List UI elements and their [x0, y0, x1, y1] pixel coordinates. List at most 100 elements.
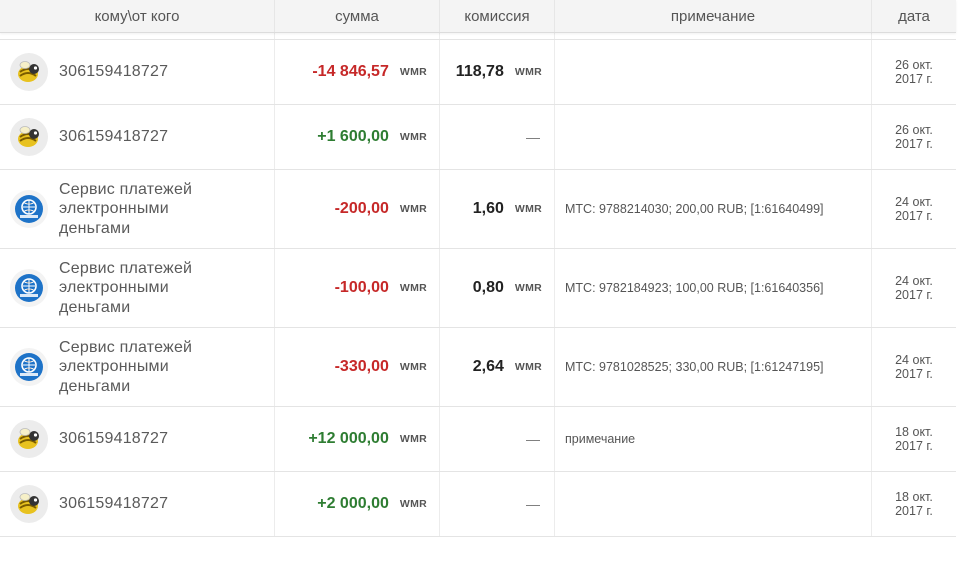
cell-date: 26 окт. 2017 г. — [872, 105, 956, 169]
table-row[interactable]: 306159418727 +1 600,00 WMR — 26 окт. 2017 г. — [0, 105, 956, 170]
table-header: кому\от кого сумма комиссия примечание д… — [0, 0, 956, 33]
table-row[interactable]: Сервис платежей электронными деньгами -330,… — [0, 328, 956, 407]
fee-empty: — — [526, 431, 540, 447]
bee-icon[interactable] — [10, 118, 48, 156]
cell-amount: +1 600,00 WMR — [275, 105, 440, 169]
cell-note: МТС: 9788214030; 200,00 RUB; [1:61640499… — [555, 170, 872, 248]
counterparty-name[interactable]: Сервис платежей электронными деньгами — [59, 338, 192, 397]
fee-currency-label: WMR — [514, 361, 542, 373]
amount-value: +1 600,00 — [317, 128, 389, 145]
date-day: 18 окт. — [895, 489, 933, 504]
counterparty-name-line: электронными — [59, 279, 169, 297]
cell-date: 18 окт. 2017 г. — [872, 472, 956, 536]
date-year: 2017 г. — [895, 209, 933, 223]
counterparty-name-line: деньгами — [59, 377, 131, 395]
bee-icon[interactable] — [10, 485, 48, 523]
counterparty-name[interactable]: Сервис платежей электронными деньгами — [59, 180, 192, 239]
currency-label: WMR — [399, 282, 427, 294]
amount-value: -100,00 — [334, 279, 389, 296]
column-header-note[interactable]: примечание — [555, 0, 872, 32]
date-day: 18 окт. — [895, 424, 933, 439]
date-year: 2017 г. — [895, 504, 933, 518]
cell-fee: 2,64 WMR — [440, 328, 555, 406]
counterparty-name-line: электронными — [59, 358, 169, 376]
cell-note — [555, 40, 872, 104]
amount-value: -330,00 — [334, 358, 389, 375]
counterparty-name-line: Сервис платежей — [59, 180, 193, 198]
counterparty-name-line: деньгами — [59, 219, 131, 237]
bee-icon[interactable] — [10, 53, 48, 91]
cell-date: 24 окт. 2017 г. — [872, 170, 956, 248]
column-header-fee[interactable]: комиссия — [440, 0, 555, 32]
bee-icon[interactable] — [10, 420, 48, 458]
cell-who: 306159418727 — [0, 472, 275, 536]
table-row[interactable]: 306159418727 +12 000,00 WMR — примечание 18 о… — [0, 407, 956, 472]
note-text: МТС: 9782184923; 100,00 RUB; [1:61640356… — [565, 281, 824, 295]
cell-amount: -330,00 WMR — [275, 328, 440, 406]
table-row[interactable]: 306159418727 -14 846,57 WMR 118,78 WMR 26 окт… — [0, 40, 956, 105]
counterparty-wmid[interactable]: 306159418727 — [59, 430, 168, 448]
cell-note: МТС: 9781028525; 330,00 RUB; [1:61247195… — [555, 328, 872, 406]
currency-label: WMR — [399, 203, 427, 215]
fee-empty: — — [526, 129, 540, 145]
amount-value: +2 000,00 — [317, 495, 389, 512]
fee-value: 118,78 — [455, 63, 504, 80]
counterparty-name-line: Сервис платежей — [59, 259, 193, 277]
cell-note: примечание — [555, 407, 872, 471]
fee-value: 0,80 — [472, 279, 504, 296]
counterparty-name-line: деньгами — [59, 298, 131, 316]
date-year: 2017 г. — [895, 137, 933, 151]
column-header-amount[interactable]: сумма — [275, 0, 440, 32]
currency-label: WMR — [399, 131, 427, 143]
cell-fee: 0,80 WMR — [440, 249, 555, 327]
fee-value: 2,64 — [472, 358, 504, 375]
date-day: 24 окт. — [895, 352, 933, 367]
currency-label: WMR — [399, 498, 427, 510]
date-day: 26 окт. — [895, 122, 933, 137]
cell-date: 26 окт. 2017 г. — [872, 40, 956, 104]
cell-amount: +2 000,00 WMR — [275, 472, 440, 536]
fee-empty: — — [526, 496, 540, 512]
currency-label: WMR — [399, 361, 427, 373]
transactions-body: 378559979197+1 043,62WMR—2017 г.30615941… — [0, 0, 956, 537]
date-day: 24 окт. — [895, 273, 933, 288]
note-text: МТС: 9788214030; 200,00 RUB; [1:61640499… — [565, 202, 824, 216]
counterparty-wmid[interactable]: 306159418727 — [59, 495, 168, 513]
cell-amount: -100,00 WMR — [275, 249, 440, 327]
cell-who: 306159418727 — [0, 40, 275, 104]
counterparty-name[interactable]: Сервис платежей электронными деньгами — [59, 259, 192, 318]
cell-amount: -200,00 WMR — [275, 170, 440, 248]
column-header-who[interactable]: кому\от кого — [0, 0, 275, 32]
fee-value: 1,60 — [472, 200, 504, 217]
column-header-date[interactable]: дата — [872, 0, 956, 32]
cell-who: Сервис платежей электронными деньгами — [0, 328, 275, 406]
webmoney-icon[interactable] — [10, 190, 48, 228]
note-text: примечание — [565, 432, 636, 446]
fee-currency-label: WMR — [514, 282, 542, 294]
note-text: МТС: 9781028525; 330,00 RUB; [1:61247195… — [565, 360, 824, 374]
cell-who: 306159418727 — [0, 105, 275, 169]
counterparty-wmid[interactable]: 306159418727 — [59, 63, 168, 81]
cell-date: 24 окт. 2017 г. — [872, 249, 956, 327]
table-row[interactable]: Сервис платежей электронными деньгами -200,… — [0, 170, 956, 249]
table-row[interactable]: Сервис платежей электронными деньгами -100,… — [0, 249, 956, 328]
currency-label: WMR — [399, 433, 427, 445]
cell-fee: 118,78 WMR — [440, 40, 555, 104]
cell-note: МТС: 9782184923; 100,00 RUB; [1:61640356… — [555, 249, 872, 327]
webmoney-icon[interactable] — [10, 348, 48, 386]
cell-fee: 1,60 WMR — [440, 170, 555, 248]
date-year: 2017 г. — [895, 367, 933, 381]
counterparty-wmid[interactable]: 306159418727 — [59, 128, 168, 146]
webmoney-icon[interactable] — [10, 269, 48, 307]
table-row[interactable]: 306159418727 +2 000,00 WMR — 18 окт. 2017 г. — [0, 472, 956, 537]
cell-note — [555, 105, 872, 169]
date-day: 26 окт. — [895, 57, 933, 72]
date-year: 2017 г. — [895, 439, 933, 453]
amount-value: +12 000,00 — [308, 430, 389, 447]
cell-note — [555, 472, 872, 536]
cell-date: 18 окт. 2017 г. — [872, 407, 956, 471]
date-day: 24 окт. — [895, 194, 933, 209]
amount-value: -14 846,57 — [312, 63, 389, 80]
cell-who: Сервис платежей электронными деньгами — [0, 249, 275, 327]
date-year: 2017 г. — [895, 288, 933, 302]
